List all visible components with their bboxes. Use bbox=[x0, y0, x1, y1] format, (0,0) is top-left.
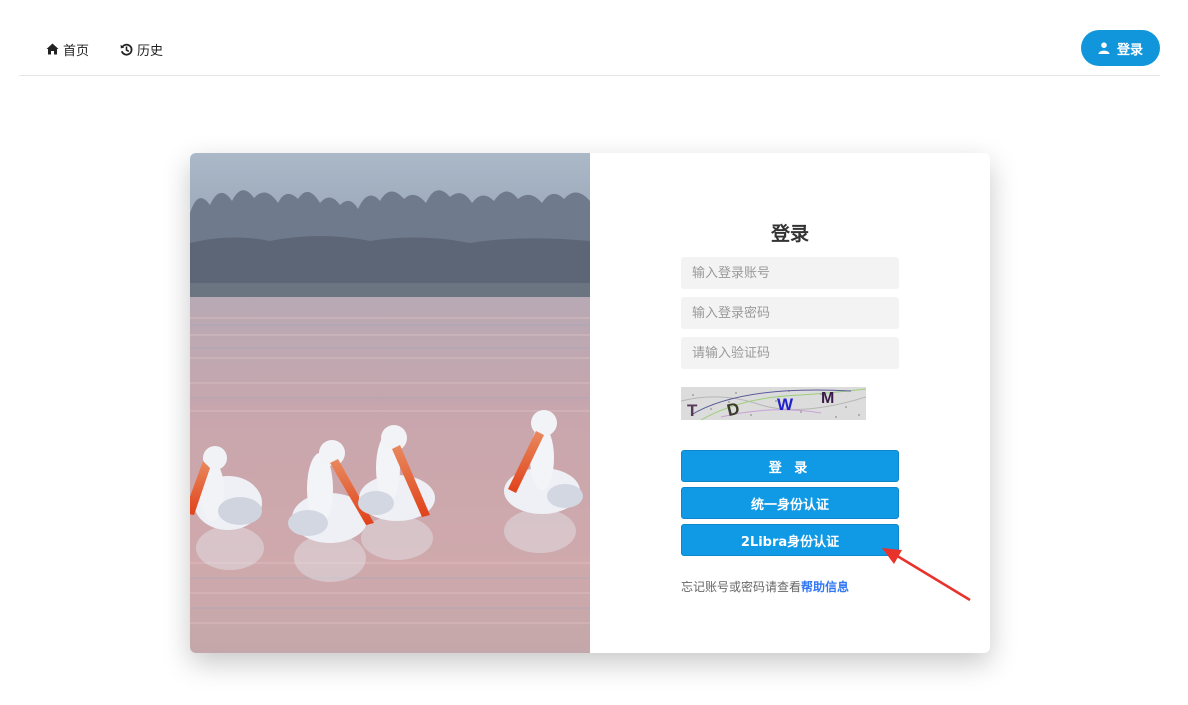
history-icon bbox=[120, 43, 133, 55]
captcha-char-3: W bbox=[777, 395, 794, 414]
home-icon bbox=[46, 43, 59, 55]
login-card: 登录 T D W M 登 录 统一身份认证 2Libra身份认证 忘记账号或密码… bbox=[190, 153, 990, 653]
nav-history-label: 历史 bbox=[137, 43, 164, 59]
password-input[interactable] bbox=[681, 297, 899, 329]
user-icon bbox=[1098, 42, 1110, 54]
pelicans-lake-photo bbox=[190, 153, 590, 653]
captcha-char-1: T bbox=[687, 401, 698, 420]
login-button[interactable]: 登 录 bbox=[681, 450, 899, 482]
libra-auth-button[interactable]: 2Libra身份认证 bbox=[681, 524, 899, 556]
top-login-label: 登录 bbox=[1116, 42, 1143, 58]
nav-home-label: 首页 bbox=[63, 43, 90, 59]
top-login-button[interactable]: 登录 bbox=[1081, 30, 1160, 66]
nav-home-link[interactable]: 首页 bbox=[46, 40, 90, 59]
captcha-input[interactable] bbox=[681, 337, 899, 369]
top-nav-bar: 首页 历史 登录 bbox=[19, 0, 1160, 76]
account-input[interactable] bbox=[681, 257, 899, 289]
help-prefix: 忘记账号或密码请查看 bbox=[681, 580, 802, 594]
unified-auth-button[interactable]: 统一身份认证 bbox=[681, 487, 899, 519]
help-link[interactable]: 帮助信息 bbox=[801, 580, 849, 594]
login-form: 登录 T D W M 登 录 统一身份认证 2Libra身份认证 忘记账号或密码… bbox=[590, 153, 990, 653]
captcha-image[interactable]: T D W M bbox=[681, 387, 866, 420]
captcha-char-4: M bbox=[821, 390, 834, 407]
login-title: 登录 bbox=[770, 223, 809, 245]
help-text: 忘记账号或密码请查看帮助信息 bbox=[681, 578, 849, 595]
nav-history-link[interactable]: 历史 bbox=[120, 40, 164, 59]
